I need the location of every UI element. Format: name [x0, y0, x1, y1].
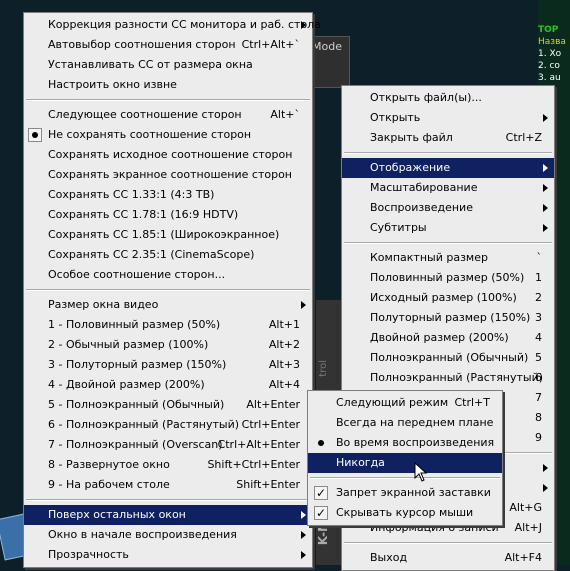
menu-item-display[interactable]: Отображение — [342, 158, 554, 178]
menu-item-always-on-top[interactable]: Поверх остальных окон — [24, 505, 312, 525]
menu-item-exit[interactable]: Выход Alt+F4 — [342, 548, 554, 568]
top-panel-subtitle: Назва — [538, 37, 566, 47]
display-submenu: Коррекция разности СС монитора и раб. ст… — [23, 12, 321, 568]
submenu-arrow-icon — [301, 21, 306, 29]
mouse-cursor-icon — [414, 462, 428, 482]
menu-separator — [26, 499, 310, 501]
menu-item-fullscreen-stretched[interactable]: 6 - Полноэкранный (Растянутый) Ctrl+Enter — [24, 415, 312, 435]
menu-item-keep-source-aspect[interactable]: Сохранять исходное соотношение сторон — [24, 145, 312, 165]
menu-item-next-aspect[interactable]: Следующее соотношение сторон Alt+` — [24, 105, 312, 125]
menu-item-compact-size[interactable]: Компактный размер ` — [342, 248, 554, 268]
submenu-arrow-icon — [543, 164, 548, 172]
menu-item-fullscreen-overscan[interactable]: 7 - Полноэкранный (Overscan) Ctrl+Alt+Ent… — [24, 435, 312, 455]
top-panel-line: 1. Xo — [538, 49, 562, 59]
menu-item-no-keep-aspect[interactable]: Не сохранять соотношение сторон — [24, 125, 312, 145]
menu-item-video-window-size[interactable]: Размер окна видео — [24, 295, 312, 315]
checkmark-icon: ✓ — [314, 506, 328, 520]
submenu-arrow-icon — [301, 511, 306, 519]
submenu-arrow-icon — [301, 551, 306, 559]
menu-item-while-playing[interactable]: Во время воспроизведения — [308, 433, 502, 453]
menu-item-aspect-185[interactable]: Сохранять СС 1.85:1 (Широкоэкранное) — [24, 225, 312, 245]
menu-item-fullscreen-stretched[interactable]: Полноэкранный (Растянутый) 6 — [342, 368, 554, 388]
menu-item-always-front[interactable]: Всегда на переднем плане — [308, 413, 502, 433]
menu-item-half-size[interactable]: 1 - Половинный размер (50%) Alt+1 — [24, 315, 312, 335]
menu-item-one-and-half-size[interactable]: Полуторный размер (150%) 3 — [342, 308, 554, 328]
menu-item-original-size[interactable]: Исходный размер (100%) 2 — [342, 288, 554, 308]
menu-separator — [310, 477, 500, 479]
menu-item-playback[interactable]: Воспроизведение — [342, 198, 554, 218]
top-panel-title: TOP — [538, 25, 559, 35]
menu-item-next-mode[interactable]: Следующий режим Ctrl+T — [308, 393, 502, 413]
menu-item-normal-size[interactable]: 2 - Обычный размер (100%) Alt+2 — [24, 335, 312, 355]
menu-item-custom-aspect[interactable]: Особое соотношение сторон... — [24, 265, 312, 285]
submenu-arrow-icon — [543, 464, 548, 472]
checkmark-icon: ✓ — [314, 486, 328, 500]
menu-separator — [26, 289, 310, 291]
top-panel-line: 2. co — [538, 61, 560, 71]
on-top-submenu: Следующий режим Ctrl+T Всегда на переднем… — [307, 390, 503, 526]
menu-item-open[interactable]: Открыть — [342, 108, 554, 128]
menu-separator — [344, 242, 552, 244]
menu-item-ar-from-window[interactable]: Устанавливать СС от размера окна — [24, 55, 312, 75]
menu-item-monitor-ar-correction[interactable]: Коррекция разности СС монитора и раб. ст… — [24, 15, 321, 35]
submenu-arrow-icon — [543, 224, 548, 232]
menu-item-disable-screensaver[interactable]: ✓ Запрет экранной заставки — [308, 483, 502, 503]
menu-item-external-window[interactable]: Настроить окно извне — [24, 75, 312, 95]
menu-item-transparency[interactable]: Прозрачность — [24, 545, 312, 565]
menu-separator — [26, 99, 310, 101]
submenu-arrow-icon — [543, 114, 548, 122]
submenu-arrow-icon — [543, 184, 548, 192]
menu-item-subtitles[interactable]: Субтитры — [342, 218, 554, 238]
menu-item-keep-screen-aspect[interactable]: Сохранять экранное соотношение сторон — [24, 165, 312, 185]
submenu-arrow-icon — [301, 301, 306, 309]
menu-item-half-size[interactable]: Половинный размер (50%) 1 — [342, 268, 554, 288]
background-strip-text: trol — [318, 360, 329, 377]
menu-item-hide-cursor[interactable]: ✓ Скрывать курсор мыши — [308, 503, 502, 523]
background-window-title: Mode — [312, 40, 342, 53]
menu-item-double-size[interactable]: Двойной размер (200%) 4 — [342, 328, 554, 348]
menu-item-aspect-133[interactable]: Сохранять СС 1.33:1 (4:3 ТВ) — [24, 185, 312, 205]
radio-selected-icon — [28, 128, 42, 142]
menu-item-aspect-235[interactable]: Сохранять СС 2.35:1 (CinemaScope) — [24, 245, 312, 265]
submenu-arrow-icon — [301, 531, 306, 539]
menu-item-close-file[interactable]: Закрыть файл Ctrl+Z — [342, 128, 554, 148]
menu-item-one-and-half-size[interactable]: 3 - Полуторный размер (150%) Alt+3 — [24, 355, 312, 375]
menu-item-aspect-178[interactable]: Сохранять СС 1.78:1 (16:9 HDTV) — [24, 205, 312, 225]
menu-item-auto-aspect[interactable]: Автовыбор соотношения сторон Ctrl+Alt+` — [24, 35, 312, 55]
menu-item-fullscreen-normal[interactable]: Полноэкранный (Обычный) 5 — [342, 348, 554, 368]
menu-item-open-files[interactable]: Открыть файл(ы)... — [342, 88, 554, 108]
menu-item-scaling[interactable]: Масштабирование — [342, 178, 554, 198]
submenu-arrow-icon — [543, 484, 548, 492]
submenu-arrow-icon — [543, 204, 548, 212]
menu-item-on-desktop[interactable]: 9 - На рабочем столе Shift+Enter — [24, 475, 312, 495]
menu-separator — [344, 152, 552, 154]
menu-item-window-on-start[interactable]: Окно в начале воспроизведения — [24, 525, 312, 545]
menu-separator — [344, 542, 552, 544]
menu-item-double-size[interactable]: 4 - Двойной размер (200%) Alt+4 — [24, 375, 312, 395]
menu-item-fullscreen-normal[interactable]: 5 - Полноэкранный (Обычный) Alt+Enter — [24, 395, 312, 415]
menu-item-maximized[interactable]: 8 - Развернутое окно Shift+Ctrl+Enter — [24, 455, 312, 475]
radio-selected-icon — [314, 436, 328, 450]
top-panel-line: 3. au — [538, 73, 561, 83]
menu-item-never[interactable]: Никогда — [308, 453, 502, 473]
